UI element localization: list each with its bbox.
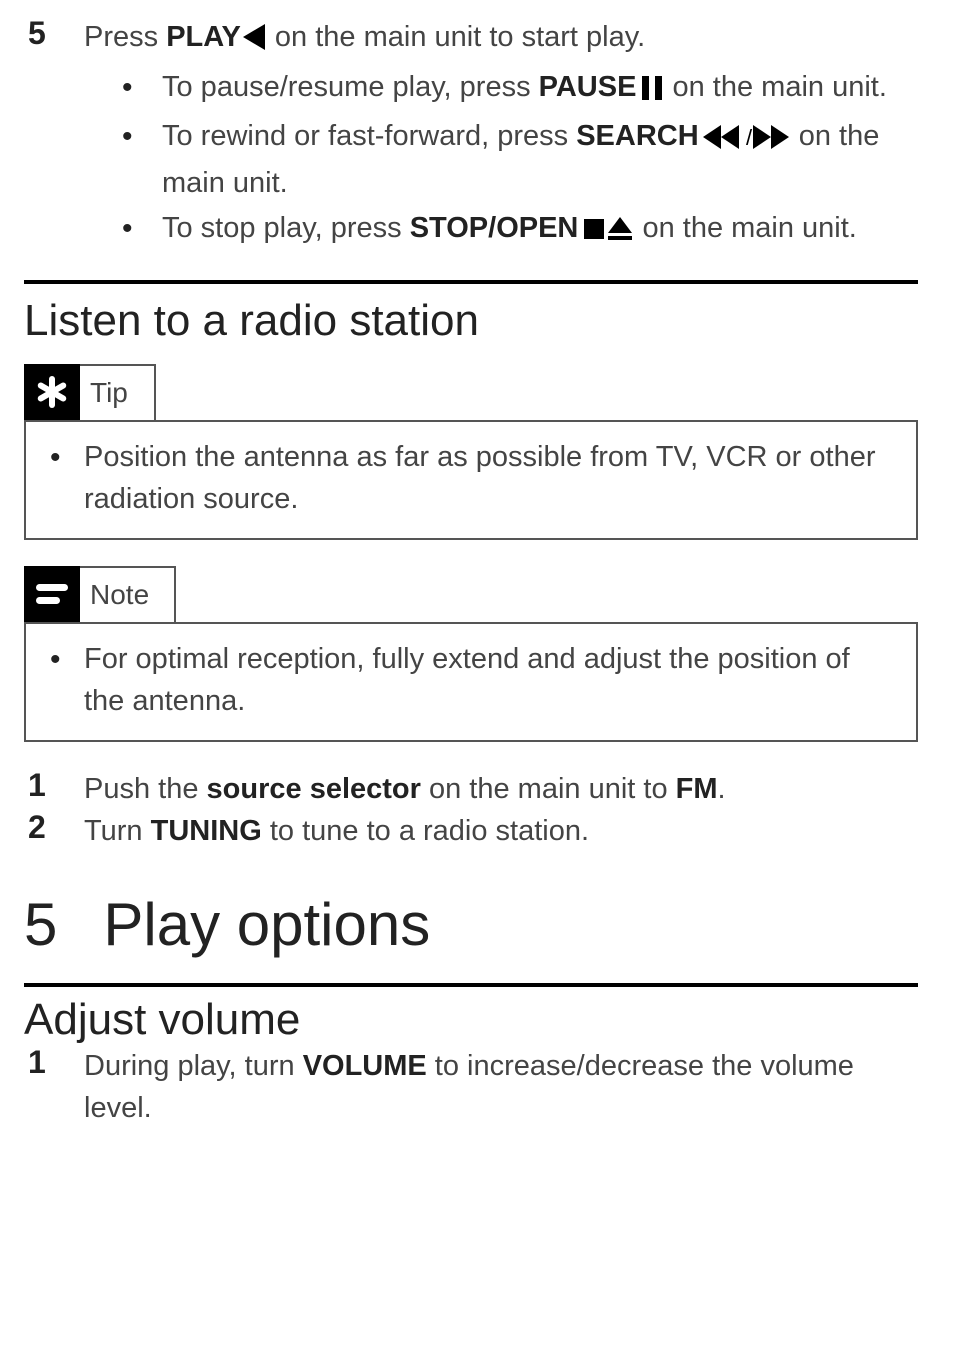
sub-bullet-list: To pause/resume play, press PAUSE on the… (84, 66, 918, 254)
text-fragment: . (718, 773, 726, 805)
section-divider (24, 983, 918, 987)
svg-text:/: / (746, 125, 753, 149)
text-fragment: on the main unit. (664, 71, 886, 103)
play-left-icon (243, 20, 265, 62)
bold-text: PAUSE (539, 71, 637, 103)
callout-title-cell: Note (80, 566, 176, 622)
text-fragment: To pause/resume play, press (162, 71, 539, 103)
step-number: 1 (24, 768, 84, 803)
text-fragment: to tune to a radio station. (262, 815, 589, 847)
bold-text: SEARCH (576, 120, 698, 152)
bold-text: FM (676, 773, 718, 805)
stop-eject-icon (584, 211, 632, 254)
step-text: Press PLAY on the main unit to start pla… (84, 16, 918, 258)
callout-header: Tip (24, 364, 918, 420)
step-text: Push the source selector on the main uni… (84, 768, 918, 810)
callout-body: For optimal reception, fully extend and … (24, 622, 918, 742)
section-heading-radio: Listen to a radio station (24, 296, 918, 346)
instruction-step-5: 5 Press PLAY on the main unit to start p… (24, 16, 918, 258)
text-fragment: on the main unit to start play. (267, 21, 645, 53)
callout-title: Note (90, 579, 149, 611)
pause-icon (642, 70, 662, 113)
note-callout: Note For optimal reception, fully extend… (24, 566, 918, 742)
chapter-title: Play options (103, 890, 430, 959)
section-divider (24, 280, 918, 284)
step-text: Turn TUNING to tune to a radio station. (84, 810, 918, 852)
text-fragment: Press (84, 21, 166, 53)
document-page: 5 Press PLAY on the main unit to start p… (0, 0, 954, 1354)
tip-asterisk-icon (24, 364, 80, 420)
bold-text: STOP/OPEN (410, 212, 579, 244)
chapter-number: 5 (24, 890, 57, 959)
bold-text: VOLUME (303, 1050, 427, 1082)
text-fragment: Push the (84, 773, 207, 805)
list-item: For optimal reception, fully extend and … (48, 638, 894, 722)
instruction-step-2-radio: 2 Turn TUNING to tune to a radio station… (24, 810, 918, 852)
step-number: 2 (24, 810, 84, 845)
chapter-heading: 5 Play options (24, 890, 918, 959)
text-fragment: To stop play, press (162, 212, 410, 244)
note-lines-icon (24, 566, 80, 622)
text-fragment: on the main unit to (421, 773, 676, 805)
step-number: 1 (24, 1045, 84, 1080)
text-fragment: To rewind or fast-forward, press (162, 120, 576, 152)
callout-title: Tip (90, 377, 128, 409)
bold-text: PLAY (166, 21, 241, 53)
search-rewind-forward-icon: / (703, 119, 789, 162)
callout-title-cell: Tip (80, 364, 156, 420)
callout-body: Position the antenna as far as possible … (24, 420, 918, 540)
list-item: To stop play, press STOP/OPEN on the mai… (122, 207, 918, 254)
text-fragment: Turn (84, 815, 151, 847)
list-item: Position the antenna as far as possible … (48, 436, 894, 520)
section-heading-volume: Adjust volume (24, 995, 918, 1045)
callout-header: Note (24, 566, 918, 622)
list-item: To pause/resume play, press PAUSE on the… (122, 66, 918, 113)
bold-text: source selector (207, 773, 421, 805)
tip-callout: Tip Position the antenna as far as possi… (24, 364, 918, 540)
text-fragment: on the main unit. (634, 212, 856, 244)
step-text: During play, turn VOLUME to increase/dec… (84, 1045, 918, 1129)
list-item: To rewind or fast-forward, press SEARCH … (122, 115, 918, 205)
instruction-step-1-volume: 1 During play, turn VOLUME to increase/d… (24, 1045, 918, 1129)
text-fragment: During play, turn (84, 1050, 303, 1082)
step-number: 5 (24, 16, 84, 51)
instruction-step-1-radio: 1 Push the source selector on the main u… (24, 768, 918, 810)
bold-text: TUNING (151, 815, 262, 847)
